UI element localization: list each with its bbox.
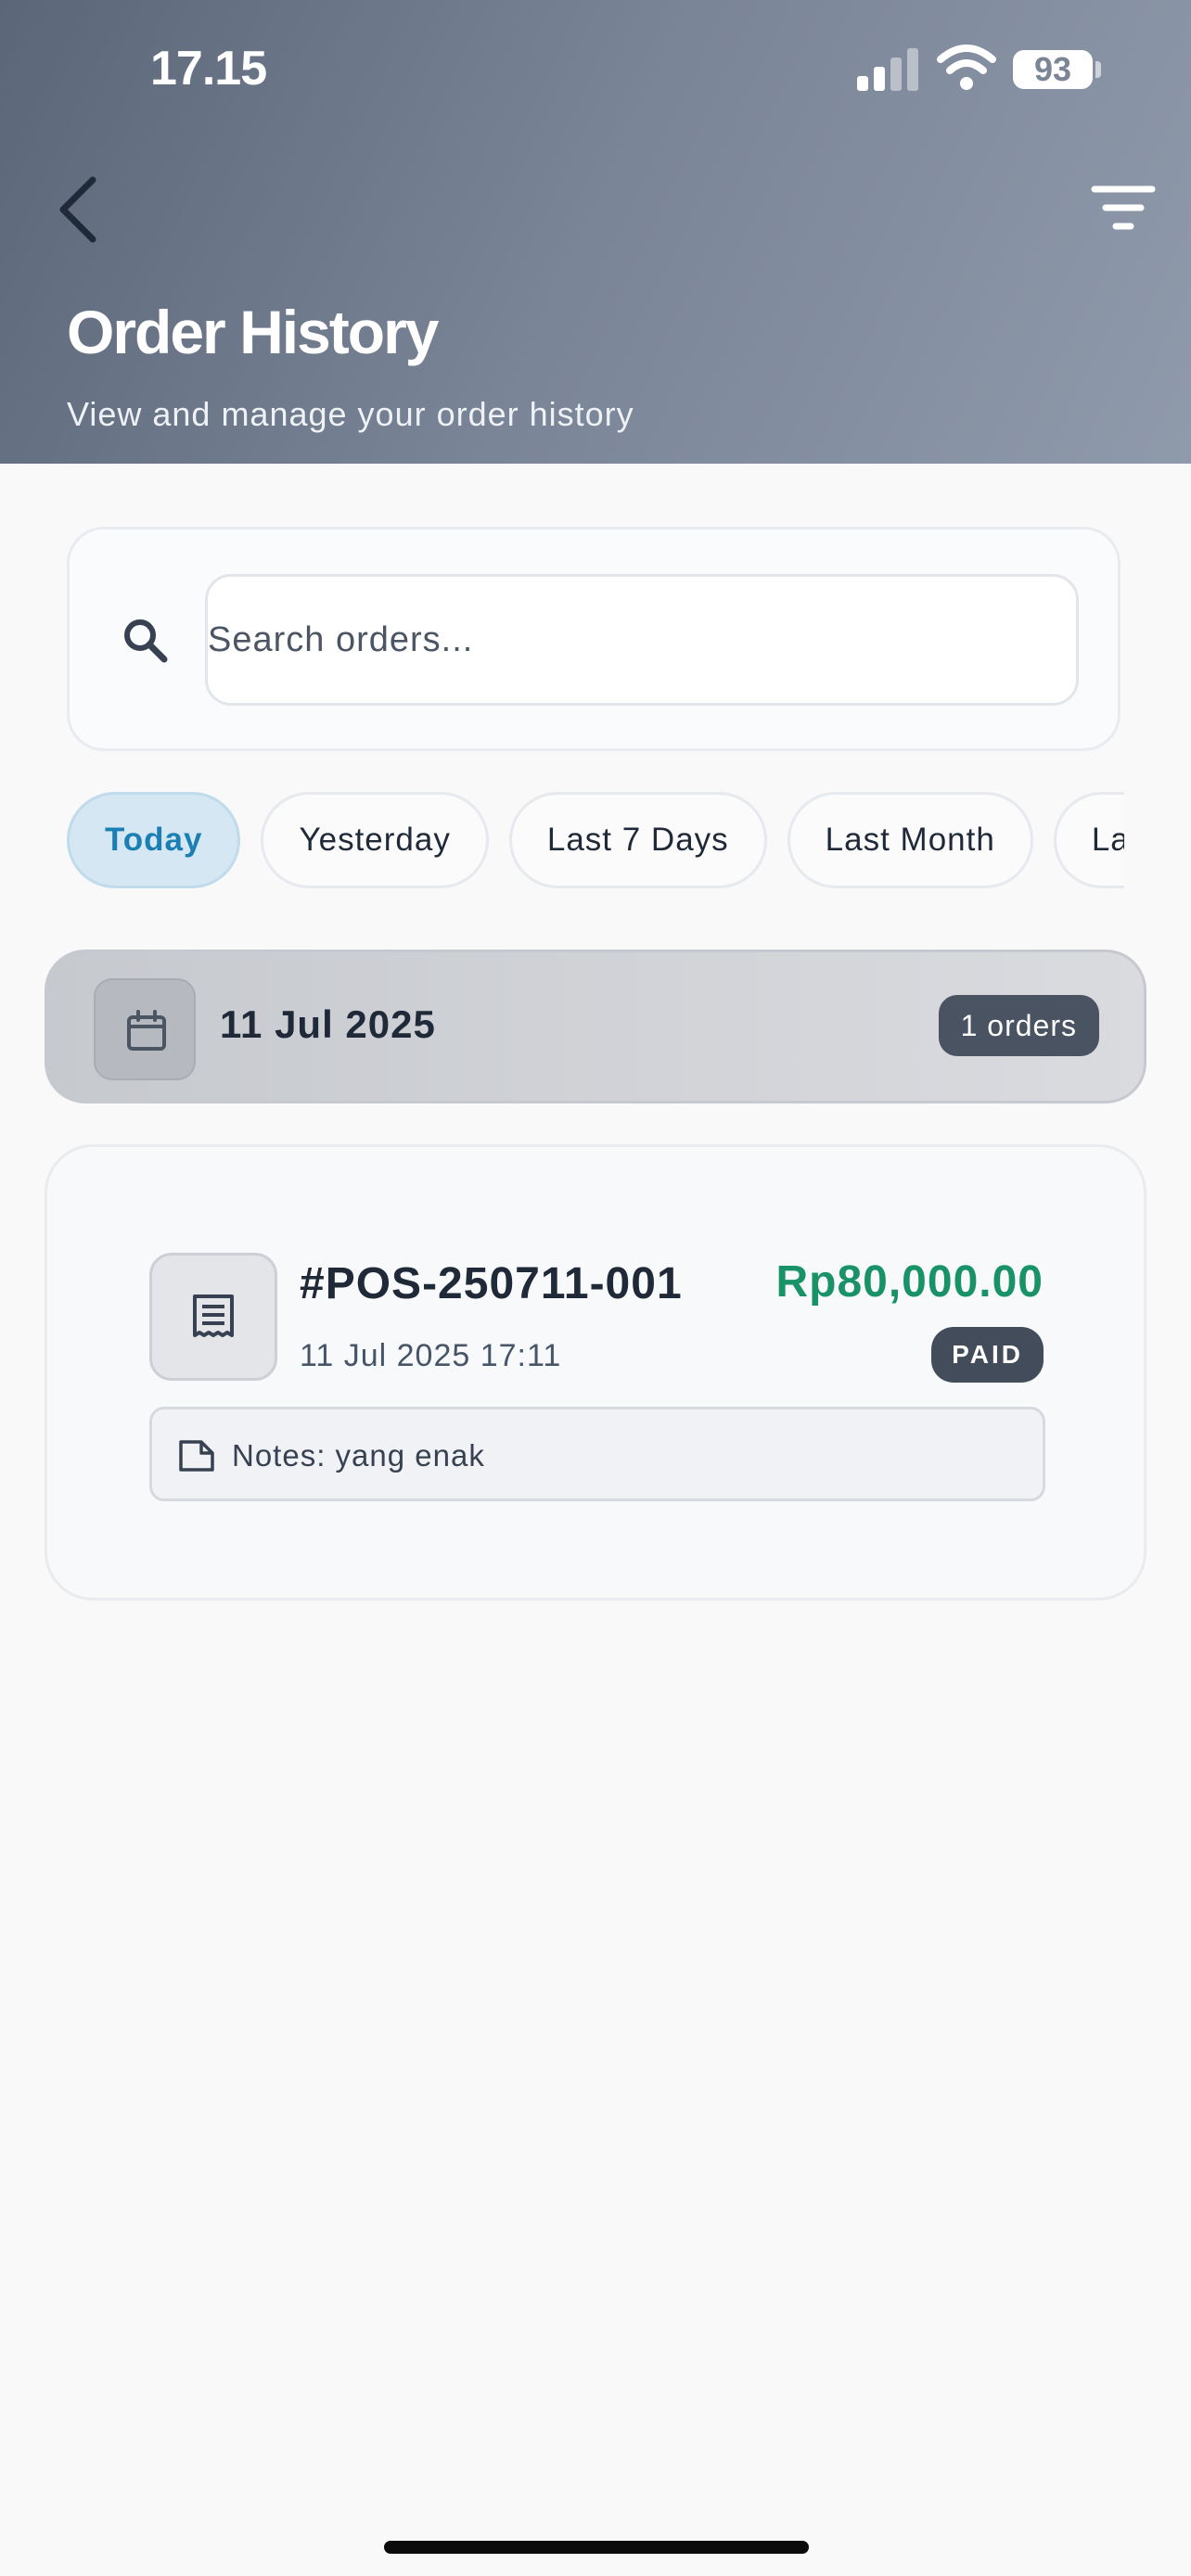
signal-icon — [857, 46, 922, 91]
filter-chips: Today Yesterday Last 7 Days Last Month La — [67, 792, 1124, 890]
order-id: #POS-250711-001 — [300, 1259, 683, 1308]
order-card[interactable]: #POS-250711-001 11 Jul 2025 17:11 Rp80,0… — [45, 1144, 1146, 1600]
group-date: 11 Jul 2025 — [220, 1002, 436, 1046]
battery-icon: 93 — [1013, 50, 1093, 89]
page-title: Order History — [67, 298, 439, 366]
wifi-icon — [937, 45, 996, 90]
search-card — [67, 527, 1121, 751]
order-notes: Notes: yang enak — [149, 1407, 1045, 1501]
filter-button[interactable] — [1091, 182, 1156, 234]
note-icon — [179, 1440, 214, 1472]
search-input[interactable] — [205, 574, 1079, 706]
chip-last-month[interactable]: Last Month — [787, 792, 1033, 888]
home-indicator — [384, 2541, 809, 2554]
chip-today[interactable]: Today — [67, 792, 241, 888]
receipt-icon — [193, 1294, 234, 1337]
notes-text: Notes: yang enak — [232, 1438, 485, 1473]
battery-tip — [1095, 61, 1101, 78]
order-amount: Rp80,000.00 — [775, 1257, 1044, 1307]
chevron-left-icon — [59, 176, 96, 243]
page-subtitle: View and manage your order history — [67, 395, 634, 433]
back-button[interactable] — [52, 172, 104, 247]
calendar-icon-box — [94, 978, 196, 1080]
receipt-icon-box — [149, 1253, 277, 1381]
chip-truncated[interactable]: La — [1053, 792, 1124, 888]
search-icon — [124, 619, 168, 663]
order-datetime: 11 Jul 2025 17:11 — [300, 1338, 562, 1373]
chip-yesterday[interactable]: Yesterday — [261, 792, 489, 888]
date-group-header[interactable]: 11 Jul 2025 1 orders — [45, 950, 1146, 1103]
header: 17.15 93 Order History View and manage y… — [0, 0, 1191, 464]
order-count-badge: 1 orders — [938, 995, 1099, 1056]
filter-icon — [1091, 185, 1156, 230]
status-badge: PAID — [931, 1327, 1044, 1383]
status-time: 17.15 — [150, 42, 267, 96]
calendar-icon — [127, 1010, 166, 1051]
chip-last-7-days[interactable]: Last 7 Days — [508, 792, 767, 888]
